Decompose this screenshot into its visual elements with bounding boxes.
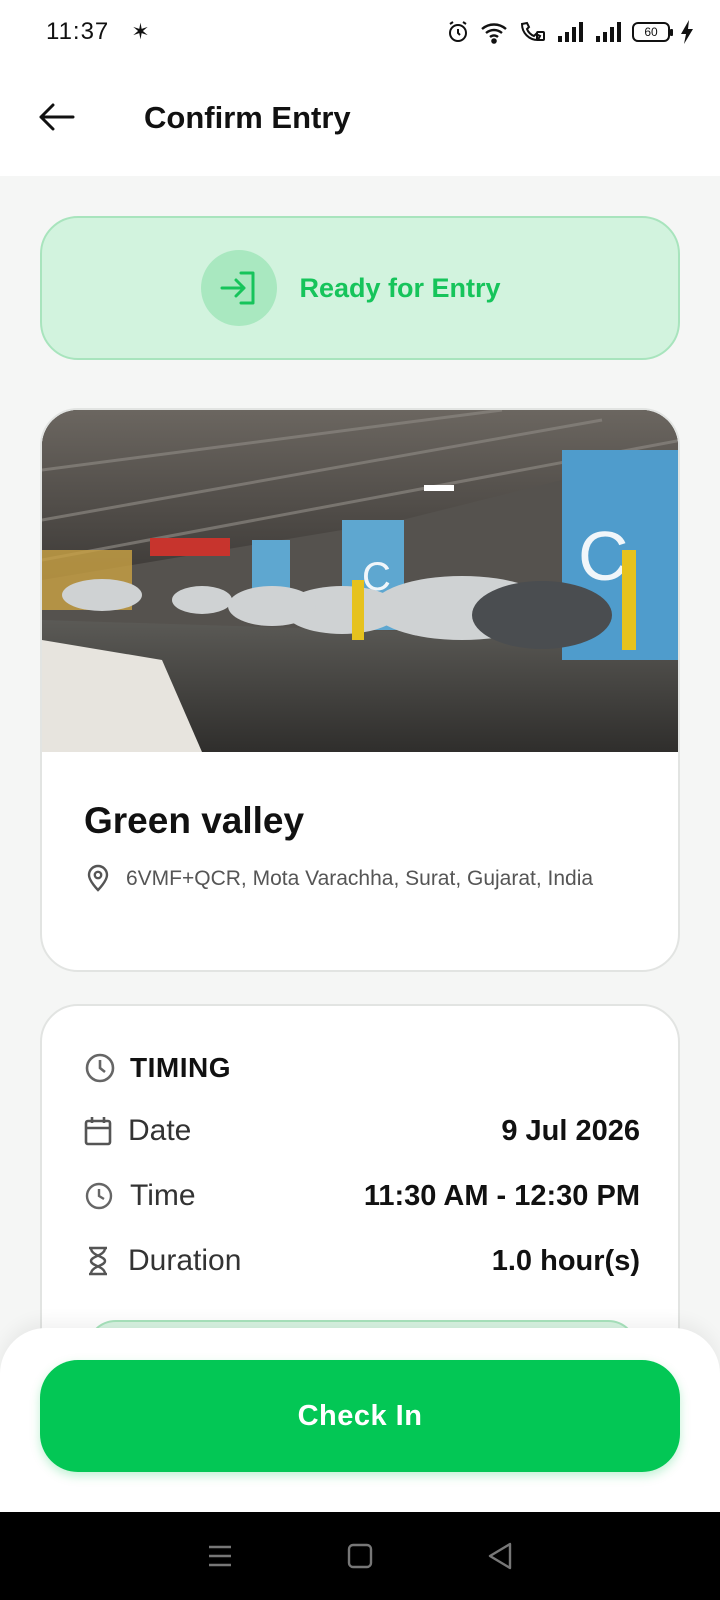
menu-lines-icon (209, 1545, 231, 1567)
page-title: Confirm Entry (144, 100, 351, 135)
battery-icon: 60 (632, 22, 673, 42)
login-arrow-icon (220, 271, 255, 305)
bottom-action-sheet: Check In (0, 1328, 720, 1512)
date-label: Date (128, 1114, 192, 1147)
entry-status-label: Ready for Entry (299, 272, 501, 303)
arrow-left-icon (39, 103, 75, 131)
parking-lot-name: Green valley (84, 800, 305, 841)
date-value: 9 Jul 2026 (501, 1114, 640, 1147)
alarm-icon (449, 21, 467, 42)
status-bar: 11:37 ✶ 60 (0, 0, 720, 64)
duration-value: 1.0 hour(s) (491, 1244, 640, 1277)
back-button[interactable] (32, 92, 82, 142)
location-pin-icon (87, 864, 109, 892)
svg-text:C: C (578, 517, 629, 595)
home-button[interactable] (340, 1536, 380, 1576)
entry-status-banner: Ready for Entry (40, 216, 680, 360)
parking-lot-photo: C C (42, 410, 678, 752)
parking-lot-address: 6VMF+QCR, Mota Varachha, Surat, Gujarat,… (126, 867, 594, 890)
status-icons: 60 (446, 20, 694, 44)
square-icon (347, 1543, 373, 1569)
system-navigation-bar (0, 1512, 720, 1600)
notification-spark-icon: ✶ (131, 19, 150, 44)
timing-row-time: Time 11:30 AM - 12:30 PM (84, 1179, 640, 1213)
wifi-call-icon (520, 21, 545, 42)
timing-row-duration: Duration 1.0 hour(s) (84, 1244, 640, 1278)
time-value: 11:30 AM - 12:30 PM (363, 1179, 640, 1212)
calendar-icon (84, 1117, 112, 1146)
duration-label: Duration (128, 1244, 242, 1277)
timing-header: TIMING (84, 1052, 231, 1084)
entry-icon-circle (201, 250, 278, 326)
clock-icon (85, 1053, 115, 1083)
app-bar: Confirm Entry (0, 64, 720, 176)
timing-row-date: Date 9 Jul 2026 (84, 1114, 640, 1148)
wifi-icon (481, 23, 507, 44)
check-in-button[interactable]: Check In (40, 1360, 680, 1472)
charging-icon (681, 20, 693, 44)
time-label: Time (130, 1179, 196, 1212)
clock-icon (85, 1182, 113, 1210)
recent-apps-button[interactable] (200, 1536, 240, 1576)
battery-level: 60 (644, 25, 658, 39)
parking-lot-card[interactable]: C C Green valley 6VMF+QCR, Mota Varachha… (40, 408, 680, 972)
signal-icon-1 (558, 22, 583, 42)
system-back-button[interactable] (480, 1536, 520, 1576)
timing-title: TIMING (130, 1052, 231, 1083)
triangle-back-icon (488, 1542, 512, 1570)
status-time: 11:37 (46, 18, 110, 45)
hourglass-icon (89, 1246, 107, 1276)
signal-icon-2 (596, 22, 621, 42)
timing-card: TIMING Date 9 Jul 2026 Time 11:30 AM - 1… (40, 1004, 680, 1384)
